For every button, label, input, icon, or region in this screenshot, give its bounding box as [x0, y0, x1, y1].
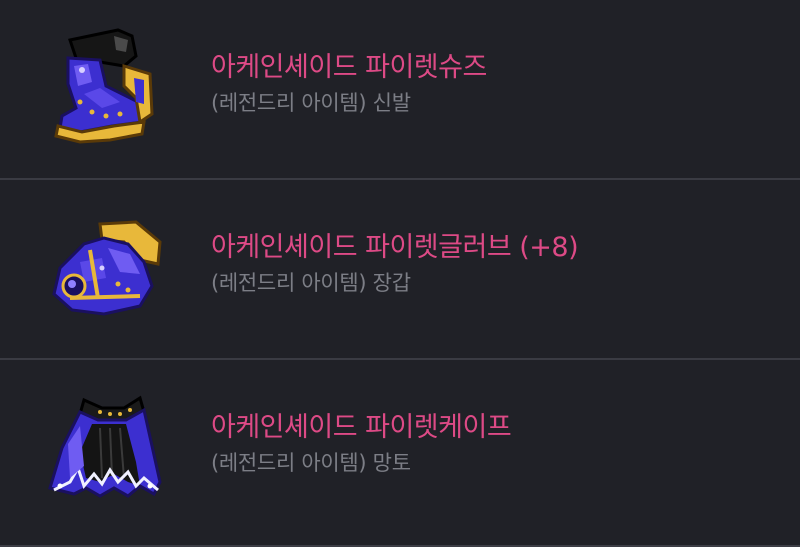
arcane-cape-icon: [40, 382, 170, 512]
list-item[interactable]: 아케인셰이드 파이렛케이프 (레전드리 아이템) 망토: [0, 360, 800, 545]
item-subtitle: (레전드리 아이템) 신발: [211, 91, 411, 115]
item-subtitle: (레전드리 아이템) 망토: [211, 451, 411, 475]
item-text: 아케인셰이드 파이렛글러브 (+8) (레전드리 아이템) 장갑: [211, 230, 579, 300]
item-name: 아케인셰이드 파이렛슈즈: [211, 52, 487, 83]
list-item[interactable]: 아케인셰이드 파이렛슈즈 (레전드리 아이템) 신발: [0, 0, 800, 180]
arcane-shoes-icon: [40, 22, 170, 152]
item-subtitle: (레전드리 아이템) 장갑: [211, 271, 411, 295]
item-list: 아케인셰이드 파이렛슈즈 (레전드리 아이템) 신발 아케인셰이드 파이렛글러브…: [0, 0, 800, 547]
arcane-gloves-icon: [40, 202, 170, 332]
item-text: 아케인셰이드 파이렛슈즈 (레전드리 아이템) 신발: [211, 50, 487, 120]
list-item[interactable]: 아케인셰이드 파이렛글러브 (+8) (레전드리 아이템) 장갑: [0, 180, 800, 360]
item-name: 아케인셰이드 파이렛글러브 (+8): [211, 232, 579, 263]
item-text: 아케인셰이드 파이렛케이프 (레전드리 아이템) 망토: [211, 410, 512, 480]
item-name: 아케인셰이드 파이렛케이프: [211, 412, 512, 443]
